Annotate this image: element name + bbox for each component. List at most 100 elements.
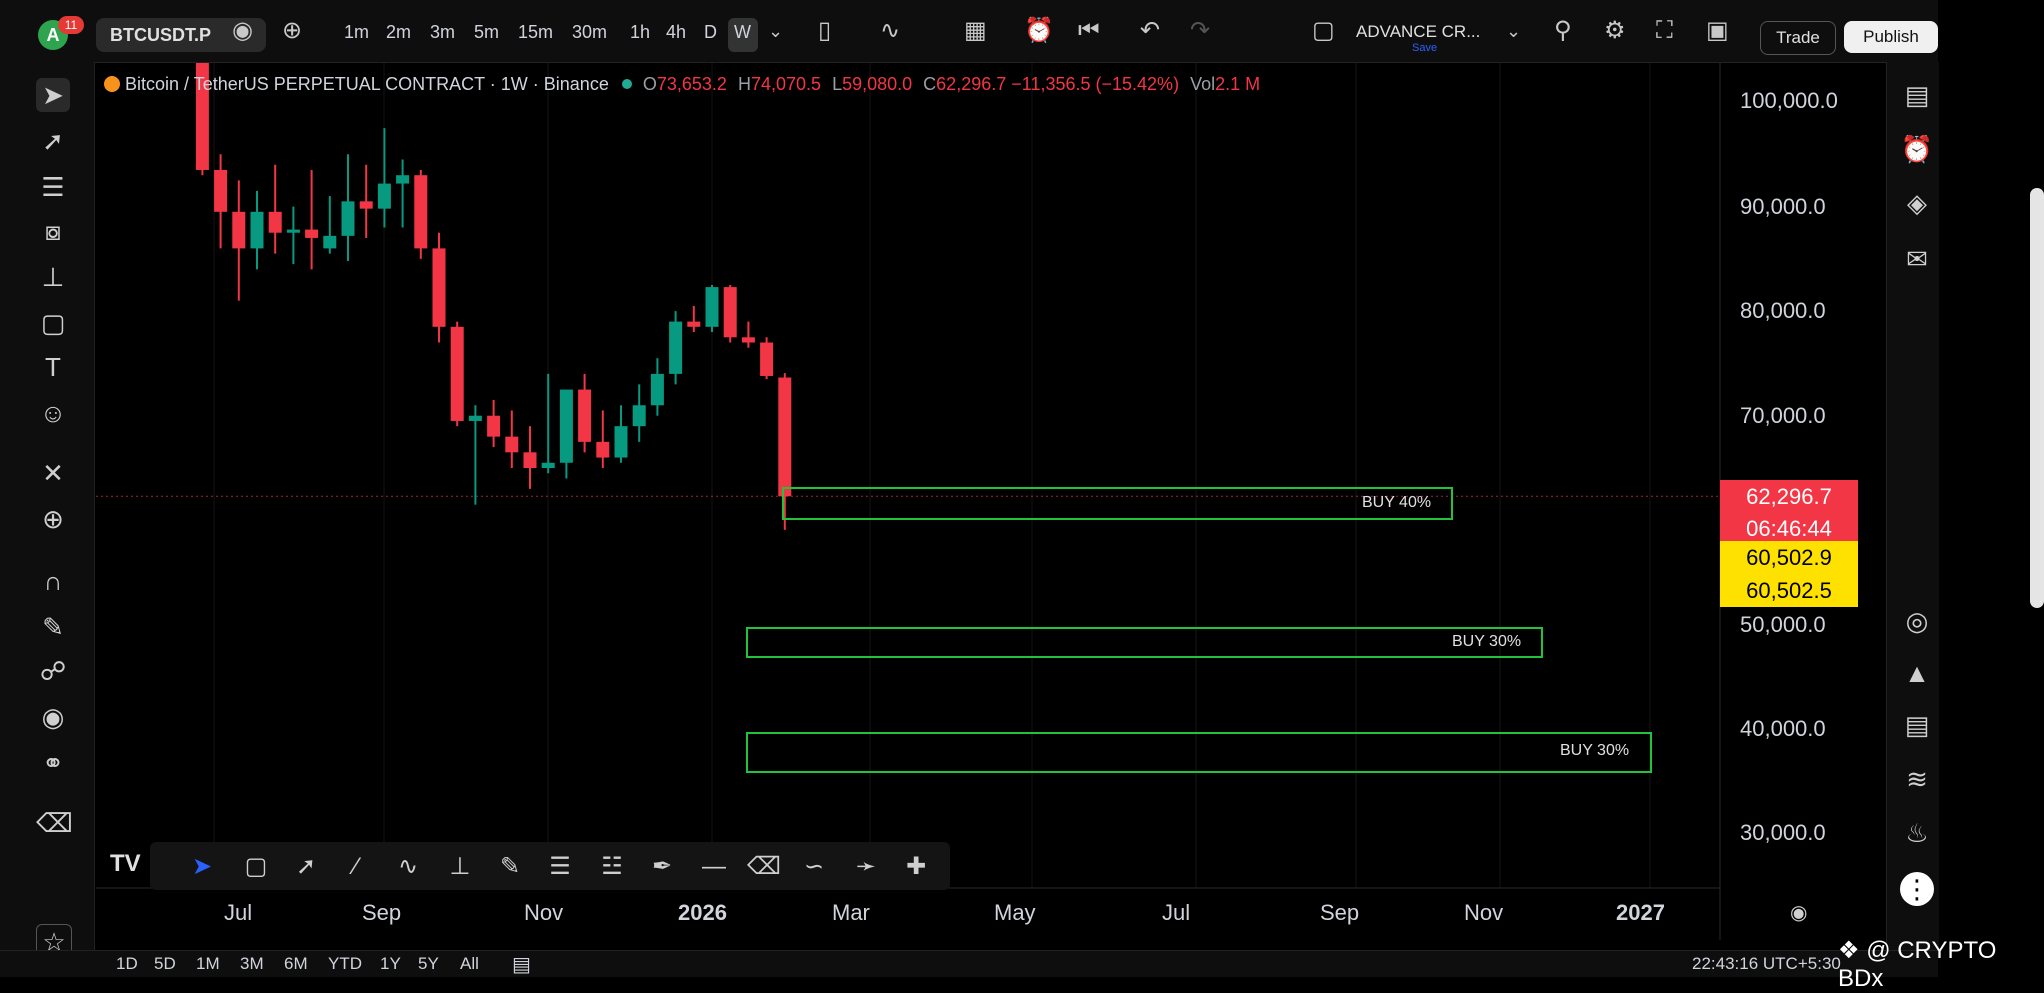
layout-chevron-icon[interactable]: ⌄	[1506, 19, 1521, 43]
publish-button[interactable]: Publish	[1844, 21, 1938, 53]
apps-grid-icon[interactable]: ⋮	[1900, 872, 1934, 906]
notifications-bell-icon[interactable]: ♨	[1900, 816, 1934, 850]
watchlist-icon[interactable]: ▤	[1900, 78, 1934, 112]
text-icon[interactable]: T	[36, 350, 70, 384]
layout-grid-icon[interactable]: ▦	[964, 19, 987, 43]
fib-retracement-icon[interactable]: ☰	[36, 170, 70, 204]
add-compare-icon[interactable]: ⊕	[282, 19, 302, 43]
layout-name[interactable]: ADVANCE CR...	[1356, 22, 1480, 42]
line-tool-icon[interactable]: ∕	[338, 849, 374, 885]
range-5d[interactable]: 5D	[154, 954, 176, 974]
layers-icon[interactable]: ◈	[1900, 186, 1934, 220]
range-5y[interactable]: 5Y	[418, 954, 439, 974]
price-axis-label: 70,000.0	[1740, 403, 1826, 428]
timeframe-w[interactable]: W	[734, 22, 751, 43]
magnet-icon[interactable]: ∩	[36, 564, 70, 598]
path-tool-icon[interactable]: ∿	[390, 849, 426, 885]
ray-tool-icon[interactable]: ➚	[288, 849, 324, 885]
calendar-icon[interactable]: ▤	[1900, 708, 1934, 742]
alert-icon[interactable]: ⏰	[1024, 19, 1054, 43]
range-all[interactable]: All	[460, 954, 479, 974]
close-label: C	[923, 74, 937, 94]
measure-icon[interactable]: ⊥	[36, 260, 70, 294]
camera-icon[interactable]: ▣	[1706, 19, 1729, 43]
range-1d[interactable]: 1D	[116, 954, 138, 974]
time-axis-label: Nov	[1464, 900, 1504, 925]
indicators-icon[interactable]: ∿	[880, 19, 900, 43]
low-label: L	[832, 74, 843, 94]
fib-tool-icon[interactable]: ☰	[542, 849, 578, 885]
settings-gear-icon[interactable]: ⚙	[1604, 19, 1626, 43]
candles-icon[interactable]: ▯	[818, 19, 831, 43]
buy-zone-box[interactable]	[746, 731, 1652, 774]
layout-icon[interactable]: ▢	[1312, 19, 1335, 43]
utc-clock[interactable]: 22:43:16 UTC+5:30	[1692, 954, 1841, 974]
goto-date-icon[interactable]: ▤	[512, 952, 531, 977]
legend-title[interactable]: Bitcoin / TetherUS PERPETUAL CONTRACT · …	[125, 74, 609, 94]
cursor-icon[interactable]: ➤	[36, 78, 70, 112]
timeframe-30m[interactable]: 30m	[572, 22, 607, 43]
ruler-icon[interactable]: ✕	[36, 456, 70, 490]
candle-body	[359, 201, 373, 209]
range-1y[interactable]: 1Y	[380, 954, 401, 974]
range-1m[interactable]: 1M	[196, 954, 220, 974]
axis-settings-icon[interactable]: ◉	[1790, 900, 1807, 925]
fullscreen-icon[interactable]: ⛶	[1656, 19, 1673, 43]
range-ytd[interactable]: YTD	[328, 954, 362, 974]
buy-zone-box[interactable]	[782, 486, 1453, 521]
buy-zone-box[interactable]	[746, 626, 1543, 659]
watermark: ❖ @ CRYPTO BDx	[1838, 937, 1997, 992]
layout-save-label[interactable]: Save	[1412, 42, 1437, 54]
candle-body	[632, 405, 646, 427]
timeframe-d[interactable]: D	[704, 22, 717, 43]
timeframe-4h[interactable]: 4h	[666, 22, 686, 43]
time-axis-label: Nov	[524, 900, 564, 925]
chat-icon[interactable]: ✉	[1900, 242, 1934, 276]
timeframe-1h[interactable]: 1h	[630, 22, 650, 43]
price-axis-label: 30,000.0	[1740, 820, 1826, 845]
replay-icon[interactable]: ⏮	[1078, 19, 1100, 43]
channel-tool-icon[interactable]: ☳	[594, 849, 630, 885]
zoom-in-icon[interactable]: ⊕	[36, 502, 70, 536]
eraser-icon[interactable]: ⌫	[746, 849, 782, 885]
quick-search-icon[interactable]: ⚲	[1554, 19, 1572, 43]
horizontal-line-icon[interactable]: —	[696, 849, 732, 885]
redo-icon[interactable]: ↷	[1190, 19, 1210, 43]
rectangle-tool-icon[interactable]: ▢	[238, 849, 274, 885]
eye-icon[interactable]: ◉	[232, 19, 253, 43]
rectangle-icon[interactable]: ▢	[36, 306, 70, 340]
scrollbar-thumb[interactable]	[2030, 188, 2044, 608]
timeframe-1m[interactable]: 1m	[344, 22, 369, 43]
timeframe-2m[interactable]: 2m	[386, 22, 411, 43]
broadcast-icon[interactable]: ≋	[1900, 762, 1934, 796]
lock-drawing-icon[interactable]: ✎	[36, 610, 70, 644]
trash-icon[interactable]: ⌫	[36, 806, 73, 840]
pattern-icon[interactable]: ⧇	[36, 214, 70, 248]
alarm-clock-icon[interactable]: ⏰	[1900, 132, 1934, 166]
curve-tool-icon[interactable]: ∽	[796, 849, 832, 885]
arrow-tool-icon[interactable]: ➛	[848, 849, 884, 885]
emoji-icon[interactable]: ☺	[36, 396, 70, 430]
range-6m[interactable]: 6M	[284, 954, 308, 974]
candle-body	[687, 321, 701, 327]
trend-line-icon[interactable]: ➚	[36, 124, 70, 158]
timeframe-3m[interactable]: 3m	[430, 22, 455, 43]
timeframe-5m[interactable]: 5m	[474, 22, 499, 43]
lock-icon[interactable]: ☍	[36, 654, 70, 688]
timeframe-15m[interactable]: 15m	[518, 22, 553, 43]
undo-icon[interactable]: ↶	[1140, 19, 1160, 43]
ideas-icon[interactable]: ▲	[1900, 656, 1934, 690]
measure-tool-icon[interactable]: ⊥	[442, 849, 478, 885]
trade-button[interactable]: Trade	[1760, 21, 1836, 55]
high-label: H	[737, 74, 751, 94]
chevron-down-icon[interactable]: ⌄	[768, 19, 783, 43]
cursor-icon[interactable]: ➤	[184, 849, 220, 885]
range-3m[interactable]: 3M	[240, 954, 264, 974]
link-icon[interactable]: ⚭	[36, 746, 70, 780]
visibility-eye-icon[interactable]: ◉	[36, 700, 70, 734]
target-icon[interactable]: ◎	[1900, 604, 1934, 638]
brush-tool-icon[interactable]: ✎	[492, 849, 528, 885]
crosshair-icon[interactable]: ✚	[898, 849, 934, 885]
market-status-dot	[621, 79, 632, 89]
pen-tool-icon[interactable]: ✒	[644, 849, 680, 885]
